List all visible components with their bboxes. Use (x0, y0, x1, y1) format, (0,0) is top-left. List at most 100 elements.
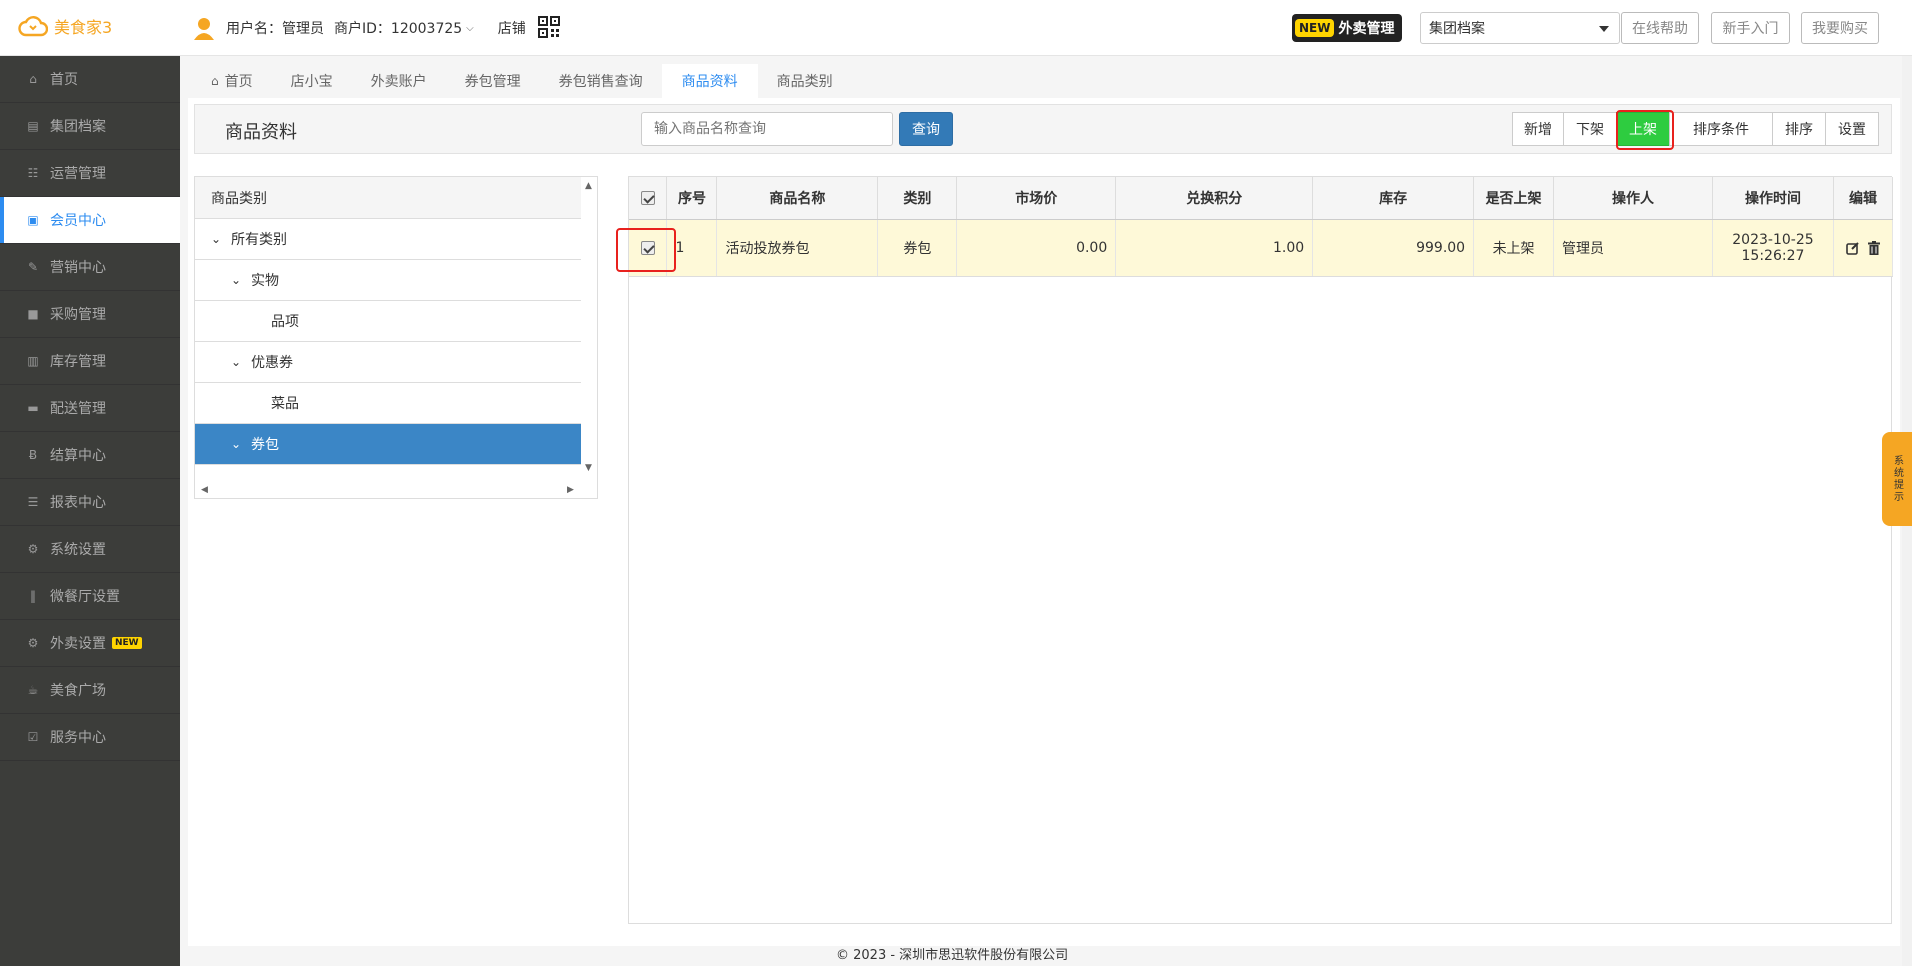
document-icon: ☰ (27, 495, 39, 509)
gear-icon: ⚙ (27, 636, 39, 650)
chevron-down-icon: ⌄ (231, 437, 242, 451)
home-icon: ⌂ (211, 74, 219, 88)
takeout-management-button[interactable]: NEW 外卖管理 (1292, 14, 1403, 42)
page-title: 商品资料 (225, 122, 297, 143)
product-search-input[interactable] (641, 112, 893, 146)
scroll-down-icon[interactable]: ▼ (585, 463, 592, 473)
cloud-logo-icon (18, 16, 48, 37)
tab-home[interactable]: ⌂ 首页 (192, 64, 272, 98)
settings-button[interactable]: 设置 (1825, 112, 1879, 146)
sidebar-item-home[interactable]: ⌂ 首页 (0, 56, 180, 103)
scroll-left-icon[interactable]: ◀ (201, 485, 208, 495)
merchant-id-dropdown[interactable]: 商户ID：12003725 ⌵ (334, 18, 474, 38)
sidebar-item-label: 首页 (50, 72, 78, 88)
group-select[interactable]: 集团档案 (1420, 12, 1620, 44)
delete-icon[interactable] (1867, 240, 1880, 255)
merchant-id-label: 商户ID：12003725 (334, 21, 463, 37)
column-header: 序号 (666, 177, 718, 220)
row-checkbox[interactable] (640, 240, 655, 255)
tree-vertical-scrollbar[interactable]: ▲ ▼ (581, 177, 597, 477)
shelve-button[interactable]: 上架 (1616, 112, 1670, 146)
buy-button[interactable]: 我要购买 (1801, 12, 1879, 44)
sidebar-item-system-settings[interactable]: ⚙ 系统设置 (0, 526, 180, 573)
cogs-icon: ⚙ (27, 542, 39, 556)
home-icon: ⌂ (29, 72, 37, 86)
column-header: 商品名称 (716, 177, 879, 220)
action-button-group: 新增 下架 上架 排序条件 排序 设置 (1512, 112, 1879, 146)
cell-name: 活动投放券包 (716, 219, 879, 277)
cell-edit (1833, 219, 1894, 277)
tab-product-category[interactable]: 商品类别 (758, 64, 852, 98)
column-header: 类别 (877, 177, 958, 220)
sort-button[interactable]: 排序 (1772, 112, 1826, 146)
sidebar-item-label: 服务中心 (50, 730, 106, 746)
sidebar-item-micro-restaurant[interactable]: ‖ 微餐厅设置 (0, 573, 180, 620)
system-tip-tab[interactable]: 系统提示 (1882, 432, 1912, 526)
sidebar-item-takeout-settings[interactable]: ⚙ 外卖设置 NEW (0, 620, 180, 667)
sidebar-item-marketing[interactable]: ✎ 营销中心 (0, 244, 180, 291)
app-logo[interactable]: 美食家3 (18, 14, 112, 38)
cell-on-shelf: 未上架 (1473, 219, 1555, 277)
scroll-up-icon[interactable]: ▲ (585, 181, 592, 191)
scroll-right-icon[interactable]: ▶ (567, 485, 574, 495)
query-button[interactable]: 查询 (899, 112, 953, 146)
tab-voucher-sales[interactable]: 券包销售查询 (540, 64, 662, 98)
sidebar-item-settlement[interactable]: Ƀ 结算中心 (0, 432, 180, 479)
column-header: 编辑 (1833, 177, 1894, 220)
beginner-guide-button[interactable]: 新手入门 (1711, 12, 1790, 44)
sidebar-item-label: 系统设置 (50, 542, 106, 558)
sidebar-item-food-plaza[interactable]: ☕ 美食广场 (0, 667, 180, 714)
table-row[interactable]: 1 活动投放券包 券包 0.00 1.00 999.00 未上架 管理员 202… (629, 219, 1894, 277)
online-help-button[interactable]: 在线帮助 (1621, 12, 1699, 44)
tree-node-all[interactable]: ⌄ 所有类别 (195, 219, 581, 260)
user-avatar-icon (194, 18, 214, 40)
tab-product-info[interactable]: 商品资料 (661, 64, 758, 98)
tab-dianxiaobao[interactable]: 店小宝 (272, 64, 352, 98)
unshelve-button[interactable]: 下架 (1563, 112, 1617, 146)
top-header: 美食家3 用户名：管理员 商户ID：12003725 ⌵ 店铺 NEW 外卖管理… (0, 0, 1912, 56)
toolbar: 商品资料 查询 新增 下架 上架 排序条件 排序 设置 (194, 104, 1892, 154)
product-table: 序号 商品名称 类别 市场价 兑换积分 库存 是否上架 操作人 操作时间 编辑 … (628, 176, 1894, 924)
sidebar-item-label: 美食广场 (50, 683, 106, 699)
tree-node-label: 品项 (271, 314, 299, 330)
truck-icon: ▬ (27, 401, 39, 415)
sort-conditions-button[interactable]: 排序条件 (1669, 112, 1773, 146)
bar-chart-icon: ☷ (27, 166, 39, 180)
sidebar-item-delivery[interactable]: ▬ 配送管理 (0, 385, 180, 432)
app-name: 美食家3 (54, 18, 113, 37)
tab-voucher-package[interactable]: 券包管理 (446, 64, 540, 98)
book-icon: ■ (27, 307, 39, 321)
cell-time: 2023-10-25 15:26:27 (1712, 219, 1834, 277)
cell-category: 券包 (877, 219, 958, 277)
sidebar-item-service-center[interactable]: ☑ 服务中心 (0, 714, 180, 761)
tree-node-label: 实物 (251, 273, 279, 289)
sidebar-item-operations[interactable]: ☷ 运营管理 (0, 150, 180, 197)
qr-code-icon[interactable] (538, 16, 560, 38)
edit-icon[interactable] (1846, 241, 1860, 255)
sidebar-item-group-archive[interactable]: ▤ 集团档案 (0, 103, 180, 150)
sidebar-item-reports[interactable]: ☰ 报表中心 (0, 479, 180, 526)
sidebar-item-label: 采购管理 (50, 307, 106, 323)
tree-node-coupon[interactable]: ⌄ 优惠券 (195, 342, 581, 383)
add-button[interactable]: 新增 (1512, 112, 1564, 146)
tree-node-voucher-package[interactable]: ⌄ 券包 (195, 424, 581, 465)
sidebar-item-purchase[interactable]: ■ 采购管理 (0, 291, 180, 338)
tree-header: 商品类别 (195, 177, 581, 219)
row-checkbox-cell[interactable] (629, 219, 668, 277)
footer-copyright: © 2023 - 深圳市思迅软件股份有限公司 (836, 948, 1069, 963)
sidebar: ⌂ 首页 ▤ 集团档案 ☷ 运营管理 ▣ 会员中心 ✎ 营销中心 ■ 采购管理 ▥ 库存管理 … (0, 56, 180, 966)
select-all-checkbox[interactable] (640, 190, 655, 205)
sidebar-item-label: 集团档案 (50, 119, 106, 135)
sidebar-item-member-center[interactable]: ▣ 会员中心 (0, 197, 180, 244)
tree-node-dish[interactable]: 菜品 (195, 383, 581, 424)
tree-horizontal-scrollbar[interactable]: ◀ ▶ (195, 482, 581, 498)
sidebar-item-label: 运营管理 (50, 166, 106, 182)
tab-takeout-account[interactable]: 外卖账户 (352, 64, 446, 98)
select-all-checkbox-cell[interactable] (629, 177, 668, 220)
tab-label: 首页 (224, 74, 253, 90)
tree-node-item[interactable]: 品项 (195, 301, 581, 342)
sidebar-item-inventory[interactable]: ▥ 库存管理 (0, 338, 180, 385)
tree-node-physical[interactable]: ⌄ 实物 (195, 260, 581, 301)
store-link[interactable]: 店铺 (498, 18, 526, 38)
tab-bar: ⌂ 首页 店小宝 外卖账户 券包管理 券包销售查询 商品资料 商品类别 (192, 64, 852, 98)
